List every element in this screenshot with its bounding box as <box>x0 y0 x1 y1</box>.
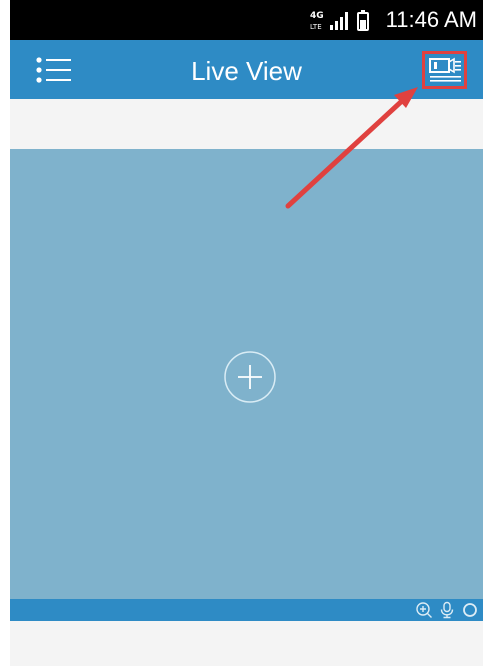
menu-button[interactable] <box>34 54 74 86</box>
channel-strip <box>10 99 483 149</box>
page-title: Live View <box>191 56 302 86</box>
microphone-icon <box>440 601 454 619</box>
svg-text:4G: 4G <box>310 11 324 21</box>
device-list-icon <box>429 57 461 82</box>
status-time: 11:46 AM <box>385 7 477 32</box>
app-header: Live View <box>10 40 483 99</box>
live-view-panel[interactable] <box>10 149 483 599</box>
plus-circle-icon <box>224 351 276 403</box>
zoom-button[interactable] <box>415 601 433 619</box>
svg-text:LTE: LTE <box>310 23 322 31</box>
control-bar <box>10 599 483 621</box>
circle-icon <box>463 603 477 617</box>
record-button[interactable] <box>461 601 479 619</box>
microphone-button[interactable] <box>438 601 456 619</box>
zoom-in-icon <box>416 602 432 618</box>
device-list-button[interactable] <box>425 52 465 88</box>
list-menu-icon <box>36 57 71 83</box>
network-signal-icon: 4G LTE <box>310 10 369 31</box>
add-device-button[interactable] <box>222 349 278 405</box>
bottom-area <box>10 621 483 666</box>
app-screen: 4G LTE 11:46 AM Live View <box>10 0 483 666</box>
status-bar: 4G LTE 11:46 AM <box>10 0 483 40</box>
